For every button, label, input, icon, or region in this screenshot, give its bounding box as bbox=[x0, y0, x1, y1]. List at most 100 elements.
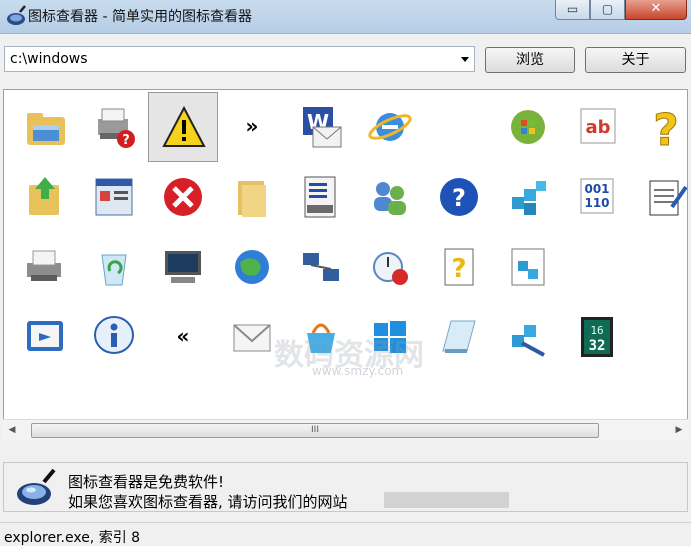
info-freeware-text: 图标查看器是免费软件! bbox=[68, 473, 225, 491]
icon-cell[interactable] bbox=[355, 92, 425, 162]
svg-text:ab: ab bbox=[585, 117, 610, 138]
remote-desktop-icon bbox=[27, 321, 63, 351]
double-chevron-left-icon: « bbox=[177, 324, 190, 348]
printer-icon bbox=[27, 250, 61, 281]
network-computers-icon bbox=[303, 253, 339, 281]
icon-cell[interactable] bbox=[217, 232, 287, 302]
window-title: 图标查看器 - 简单实用的图标查看器 bbox=[28, 9, 252, 25]
minimize-button[interactable]: ▭ bbox=[555, 0, 590, 20]
icon-cell[interactable] bbox=[424, 302, 494, 372]
ab-text-icon: ab bbox=[580, 108, 616, 144]
digital-clock-icon: 1632 bbox=[581, 317, 613, 357]
path-combobox[interactable]: c:\windows bbox=[4, 46, 475, 72]
toolbar: c:\windows 浏览 关于 bbox=[0, 35, 691, 87]
icon-cell[interactable] bbox=[355, 162, 425, 232]
info-icon bbox=[94, 316, 134, 354]
icon-cell[interactable] bbox=[10, 232, 80, 302]
computer-list-icon bbox=[304, 176, 336, 218]
icon-cell[interactable] bbox=[493, 302, 563, 372]
notepad-icon bbox=[442, 320, 476, 353]
horizontal-scrollbar[interactable]: ◀ III ▶ bbox=[3, 419, 688, 441]
icon-cell[interactable]: « bbox=[148, 302, 218, 372]
title-bar: 图标查看器 - 简单实用的图标查看器 ▭ ▢ ✕ bbox=[0, 0, 691, 34]
double-chevron-right-icon: » bbox=[246, 114, 259, 138]
empty-icon-slot bbox=[562, 232, 632, 302]
icon-cell[interactable] bbox=[148, 162, 218, 232]
binary-data-icon: 001110 bbox=[580, 178, 614, 214]
icon-cell[interactable] bbox=[79, 232, 149, 302]
help-question-icon: ? bbox=[653, 105, 680, 152]
icon-cell[interactable]: ? bbox=[424, 162, 494, 232]
about-button[interactable]: 关于 bbox=[585, 47, 686, 73]
icon-cell[interactable]: W bbox=[286, 92, 356, 162]
icon-cell[interactable] bbox=[10, 162, 80, 232]
icon-cell[interactable] bbox=[493, 92, 563, 162]
icon-cell[interactable] bbox=[493, 232, 563, 302]
icon-cell[interactable]: ? bbox=[79, 92, 149, 162]
icon-cell[interactable]: ? bbox=[631, 92, 687, 162]
icon-cell[interactable] bbox=[493, 162, 563, 232]
folder-up-arrow-icon bbox=[29, 177, 59, 215]
icon-cell[interactable] bbox=[217, 162, 287, 232]
scroll-grip-icon: III bbox=[311, 425, 319, 435]
maximize-button[interactable]: ▢ bbox=[590, 0, 625, 20]
dropdown-arrow-icon[interactable] bbox=[461, 57, 469, 62]
browse-button[interactable]: 浏览 bbox=[485, 47, 575, 73]
store-basket-icon bbox=[307, 323, 335, 353]
svg-text:«: « bbox=[177, 324, 190, 348]
maximize-icon: ▢ bbox=[601, 2, 614, 16]
icon-cell[interactable] bbox=[10, 302, 80, 372]
icon-cell[interactable] bbox=[148, 232, 218, 302]
icon-cell[interactable]: » bbox=[217, 92, 287, 162]
icon-cell[interactable] bbox=[286, 232, 356, 302]
icon-cell[interactable] bbox=[286, 302, 356, 372]
magnifier-app-icon bbox=[17, 468, 56, 505]
window-list-icon bbox=[95, 178, 133, 216]
icon-cell[interactable]: ? bbox=[424, 232, 494, 302]
close-button[interactable]: ✕ bbox=[625, 0, 687, 20]
svg-text:16: 16 bbox=[590, 324, 603, 337]
icon-cell[interactable]: 16 32 bbox=[562, 302, 632, 372]
scroll-right-icon[interactable]: ▶ bbox=[670, 420, 688, 441]
icon-cell[interactable] bbox=[355, 232, 425, 302]
error-x-icon bbox=[164, 178, 202, 216]
explorer-folder-icon bbox=[27, 113, 65, 145]
minimize-icon: ▭ bbox=[566, 2, 579, 16]
printer-error-icon: ? bbox=[98, 108, 135, 148]
svg-text:?: ? bbox=[451, 254, 466, 284]
icon-cell[interactable] bbox=[631, 162, 687, 232]
registry-document-icon bbox=[511, 248, 545, 286]
scroll-thumb[interactable]: III bbox=[31, 423, 599, 438]
clock-error-icon bbox=[373, 252, 408, 285]
icon-cell[interactable] bbox=[79, 302, 149, 372]
warning-icon bbox=[162, 105, 206, 147]
icon-cell[interactable]: ab bbox=[562, 92, 632, 162]
svg-text:»: » bbox=[246, 114, 259, 138]
status-bar: explorer.exe, 索引 8 bbox=[0, 522, 691, 546]
svg-text:32: 32 bbox=[589, 338, 606, 354]
help-document-icon: ? bbox=[444, 248, 474, 286]
empty-icon-slot bbox=[631, 232, 687, 302]
mail-envelope-icon bbox=[233, 324, 271, 352]
icon-cell[interactable]: 001 110 bbox=[562, 162, 632, 232]
icon-cell[interactable] bbox=[217, 302, 287, 372]
folder-icon bbox=[238, 181, 266, 217]
website-link[interactable] bbox=[384, 492, 509, 508]
info-bar: 图标查看器是免费软件! 如果您喜欢图标查看器, 请访问我们的网站 bbox=[3, 462, 688, 512]
path-value: c:\windows bbox=[10, 51, 88, 67]
close-icon: ✕ bbox=[650, 1, 662, 16]
svg-text:110: 110 bbox=[584, 196, 609, 210]
icon-cell[interactable] bbox=[148, 92, 218, 162]
svg-text:?: ? bbox=[653, 105, 679, 151]
icon-cell[interactable] bbox=[79, 162, 149, 232]
terminal-computer-icon bbox=[165, 251, 201, 283]
registry-cubes-icon bbox=[512, 181, 546, 215]
icon-cell[interactable] bbox=[286, 162, 356, 232]
scroll-left-icon[interactable]: ◀ bbox=[3, 420, 21, 441]
internet-explorer-globe-icon bbox=[368, 113, 412, 141]
icon-grid-panel: ?» Wab?? 001 110? «16 32 数码资源网 www.smzy.com bbox=[3, 89, 688, 441]
icon-cell[interactable] bbox=[355, 302, 425, 372]
icon-cell[interactable] bbox=[10, 92, 80, 162]
help-circle-icon: ? bbox=[440, 178, 478, 216]
svg-text:?: ? bbox=[452, 184, 466, 212]
